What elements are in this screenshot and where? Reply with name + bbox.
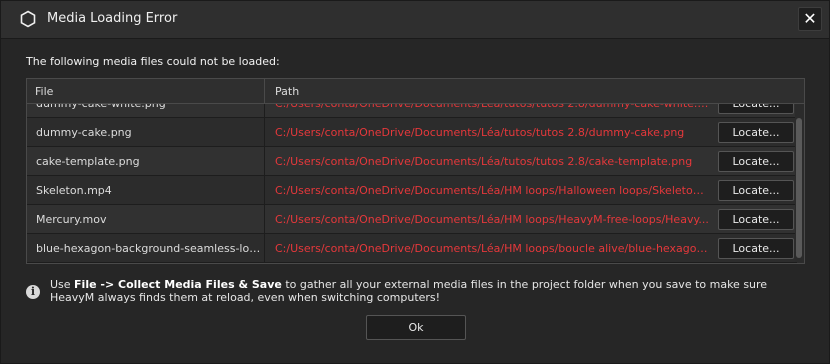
- locate-button[interactable]: Locate...: [718, 238, 794, 259]
- column-header-path[interactable]: Path: [275, 85, 299, 98]
- file-path: C:/Users/conta/OneDrive/Documents/Léa/HM…: [275, 184, 709, 197]
- file-path: C:/Users/conta/OneDrive/Documents/Léa/HM…: [275, 242, 709, 255]
- table-row[interactable]: Mercury.mov C:/Users/conta/OneDrive/Docu…: [27, 205, 797, 234]
- window-title: Media Loading Error: [47, 11, 178, 26]
- locate-button[interactable]: Locate...: [718, 122, 794, 143]
- close-button[interactable]: ✕: [798, 7, 822, 31]
- table-row[interactable]: cake-template.png C:/Users/conta/OneDriv…: [27, 147, 797, 176]
- locate-button[interactable]: Locate...: [718, 151, 794, 172]
- file-name: dummy-cake.png: [36, 126, 132, 139]
- file-name: blue-hexagon-background-seamless-loo...: [36, 242, 261, 255]
- cell-divider: [264, 147, 265, 175]
- file-name: cake-template.png: [36, 155, 140, 168]
- media-loading-error-dialog: Media Loading Error ✕ The following medi…: [0, 0, 830, 364]
- intro-message: The following media files could not be l…: [26, 55, 280, 68]
- table-row[interactable]: Skeleton.mp4 C:/Users/conta/OneDrive/Doc…: [27, 176, 797, 205]
- info-prefix: Use: [50, 278, 75, 291]
- close-icon: ✕: [803, 9, 817, 28]
- file-name: Skeleton.mp4: [36, 184, 112, 197]
- cell-divider: [264, 118, 265, 146]
- info-message: Use File -> Collect Media Files & Save t…: [50, 278, 790, 304]
- file-path: C:/Users/conta/OneDrive/Documents/Léa/tu…: [275, 155, 693, 168]
- table-header: File Path: [27, 79, 804, 104]
- ok-button[interactable]: Ok: [366, 315, 466, 340]
- column-divider[interactable]: [264, 79, 265, 103]
- title-bar: Media Loading Error ✕: [1, 1, 829, 39]
- locate-button[interactable]: Locate...: [718, 209, 794, 230]
- info-command: File -> Collect Media Files & Save: [74, 278, 282, 291]
- column-header-file[interactable]: File: [35, 85, 53, 98]
- file-path: C:/Users/conta/OneDrive/Documents/Léa/tu…: [275, 126, 685, 139]
- info-icon: i: [26, 285, 40, 299]
- missing-media-table: File Path dummy-cake-white.png C:/Users/…: [26, 78, 805, 264]
- scrollbar-thumb[interactable]: [796, 118, 802, 258]
- file-path: C:/Users/conta/OneDrive/Documents/Léa/HM…: [275, 213, 709, 226]
- cell-divider: [264, 234, 265, 262]
- cell-divider: [264, 205, 265, 233]
- table-body: dummy-cake-white.png C:/Users/conta/OneD…: [27, 89, 797, 263]
- locate-button[interactable]: Locate...: [718, 180, 794, 201]
- vertical-scrollbar[interactable]: [795, 104, 803, 262]
- hexagon-icon: [20, 10, 36, 28]
- file-name: Mercury.mov: [36, 213, 107, 226]
- cell-divider: [264, 176, 265, 204]
- table-row[interactable]: blue-hexagon-background-seamless-loo... …: [27, 234, 797, 263]
- table-row[interactable]: dummy-cake.png C:/Users/conta/OneDrive/D…: [27, 118, 797, 147]
